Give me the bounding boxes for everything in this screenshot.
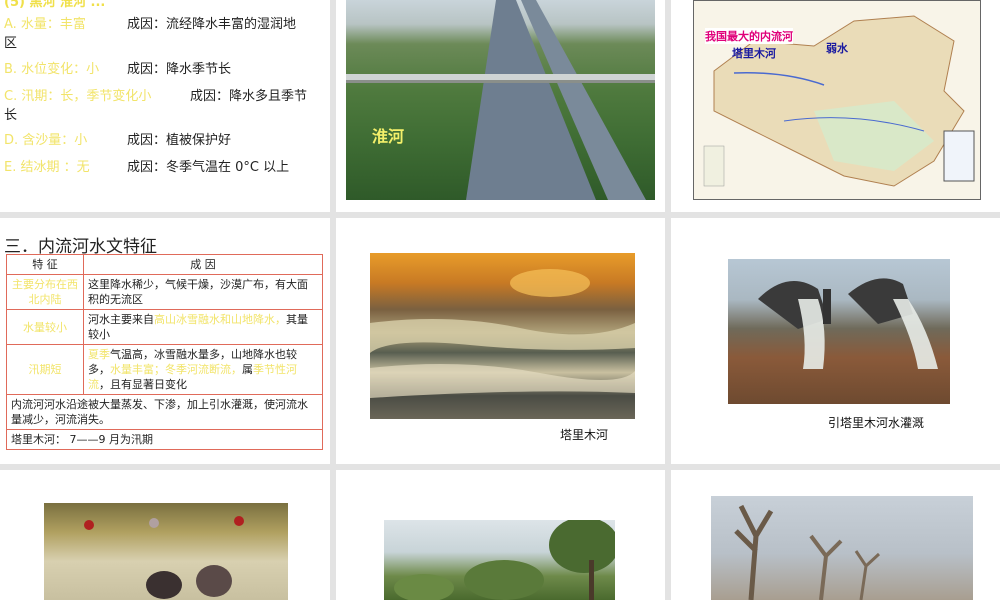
slide-7-thumbnail[interactable]: [0, 470, 330, 600]
slide-3-thumbnail[interactable]: 我国最大的内流河 塔里木河 弱水: [671, 0, 1000, 212]
dead-poplar-photo: [711, 496, 973, 600]
tarim-river-caption: 塔里木河: [560, 428, 609, 442]
tarim-river-label: 塔里木河: [732, 47, 776, 60]
china-river-map: 我国最大的内流河 塔里木河 弱水: [693, 0, 981, 200]
poplar-trees-photo: [384, 520, 615, 600]
irrigation-caption: 引塔里木河水灌溉: [828, 416, 925, 430]
header-feature: 特 征: [6, 254, 84, 275]
row-flood-season: C. 汛期：长，季节变化小 成因：降水多且季节 长: [4, 89, 308, 123]
row-water-volume: A. 水量：丰富 成因：流经降水丰富的湿润地 区: [4, 17, 297, 51]
header-cause: 成 因: [83, 254, 323, 275]
slide-9-thumbnail[interactable]: [671, 470, 1000, 600]
table-row: 汛期短 夏季气温高，冰雪融水量多，山地降水也较多，水量丰富；冬季河流断流，属季节…: [6, 344, 323, 395]
tarim-river-photo: [370, 253, 635, 419]
row-water-level: B. 水位变化：小 成因：降水季节长: [4, 62, 232, 77]
slide-4-thumbnail[interactable]: 三．内流河水文特征 特 征 成 因 主要分布在西北内陆 这里降水稀少，气候干燥，…: [0, 218, 330, 464]
table-header-row: 特 征 成 因: [6, 254, 323, 275]
table-note-row: 内流河河水沿途被大量蒸发、下渗，加上引水灌溉，使河流水量减少，河流消失。: [6, 394, 323, 430]
slide-1-thumbnail[interactable]: (5) 黑河 淮河 ... A. 水量：丰富 成因：流经降水丰富的湿润地 区 B…: [0, 0, 330, 212]
row-freezing: E. 结冰期 ：无 成因：冬季气温在 0°C 以上: [4, 160, 290, 175]
table-note-row: 塔里木河： 7——9 月为汛期: [6, 429, 323, 450]
slide-2-thumbnail[interactable]: 淮河: [336, 0, 665, 212]
huai-river-photo: 淮河: [346, 0, 655, 200]
cotton-field-photo: [44, 503, 288, 600]
huai-river-label: 淮河: [372, 127, 405, 146]
slide-5-thumbnail[interactable]: 塔里木河: [336, 218, 665, 464]
slide-8-thumbnail[interactable]: [336, 470, 665, 600]
irrigation-photo: [728, 259, 950, 404]
ruoshui-label: 弱水: [826, 42, 848, 55]
slide-6-thumbnail[interactable]: 引塔里木河水灌溉: [671, 218, 1000, 464]
largest-inland-river-label: 我国最大的内流河: [705, 28, 793, 44]
slide-1-heading: (5) 黑河 淮河 ...: [4, 0, 106, 10]
table-row: 主要分布在西北内陆 这里降水稀少，气候干燥，沙漠广布，有大面积的无流区: [6, 274, 323, 310]
inland-river-table: 特 征 成 因 主要分布在西北内陆 这里降水稀少，气候干燥，沙漠广布，有大面积的…: [6, 254, 323, 450]
table-row: 水量较小 河水主要来自高山冰雪融水和山地降水，其量较小: [6, 309, 323, 345]
row-sediment: D. 含沙量：小 成因：植被保护好: [4, 133, 232, 148]
